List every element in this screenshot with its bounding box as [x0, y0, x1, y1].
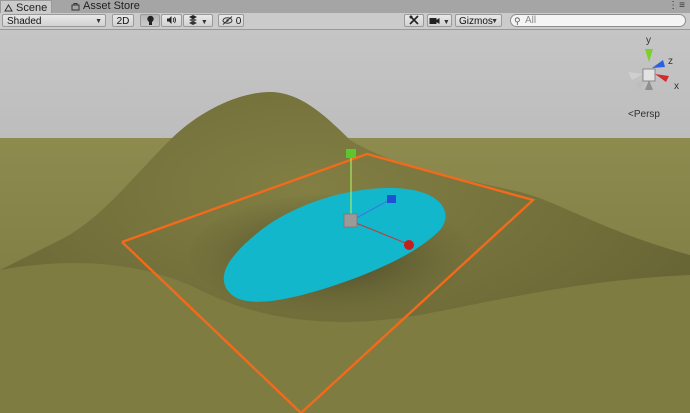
search-placeholder: All: [525, 15, 537, 26]
camera-settings-dropdown[interactable]: ▼: [427, 14, 452, 27]
effects-icon: [188, 15, 201, 27]
audio-toggle-button[interactable]: [161, 14, 182, 27]
tools-icon: [409, 15, 419, 27]
effects-dropdown[interactable]: ▼: [183, 14, 213, 27]
window-menu-icon[interactable]: ⋮≡: [668, 0, 686, 13]
move-handle-y-cap[interactable]: [346, 149, 356, 158]
draw-mode-dropdown[interactable]: Shaded ▼: [2, 14, 106, 27]
gizmos-label: Gizmos: [459, 16, 493, 27]
tab-label: Asset Store: [83, 0, 140, 12]
move-handle-x-cap[interactable]: [404, 240, 414, 250]
hidden-objects-toggle[interactable]: 0: [218, 14, 244, 27]
scene-icon: [4, 3, 13, 13]
tab-asset-store[interactable]: Asset Store: [68, 0, 144, 13]
chevron-down-icon: ▼: [491, 18, 498, 25]
gizmo-x-label: x: [674, 81, 679, 92]
camera-icon: [429, 16, 443, 27]
chevron-down-icon: ▼: [200, 19, 208, 26]
move-handle-center[interactable]: [343, 213, 358, 228]
chevron-down-icon: ▼: [442, 19, 450, 26]
projection-label: Persp: [633, 109, 660, 120]
asset-store-icon: [71, 2, 80, 11]
scene-toolbar: Shaded ▼ 2D ▼ 0 ▼ Gizmos ▼ ⚲ All: [0, 13, 690, 30]
gizmo-y-label: y: [646, 35, 651, 46]
scene-viewport[interactable]: y z x <Persp: [0, 30, 690, 413]
lighting-toggle-button[interactable]: [140, 14, 160, 27]
draw-mode-label: Shaded: [7, 16, 42, 27]
search-input[interactable]: ⚲ All: [510, 14, 686, 27]
light-bulb-icon: [146, 15, 155, 28]
hidden-count: 0: [235, 16, 242, 27]
scene-tools-button[interactable]: [404, 14, 424, 27]
projection-toggle[interactable]: <Persp: [628, 109, 660, 120]
eye-slash-icon: [222, 16, 236, 27]
move-handle-z-cap[interactable]: [387, 195, 396, 203]
gizmos-dropdown[interactable]: Gizmos ▼: [455, 14, 502, 27]
search-icon: ⚲: [514, 16, 521, 26]
gizmo-z-label: z: [668, 56, 673, 67]
gizmo-center-cube[interactable]: [642, 68, 656, 82]
2d-toggle-button[interactable]: 2D: [112, 14, 134, 27]
tab-bar: Scene Asset Store ⋮≡: [0, 0, 690, 15]
speaker-icon: [166, 16, 177, 27]
chevron-down-icon: ▼: [95, 18, 102, 25]
